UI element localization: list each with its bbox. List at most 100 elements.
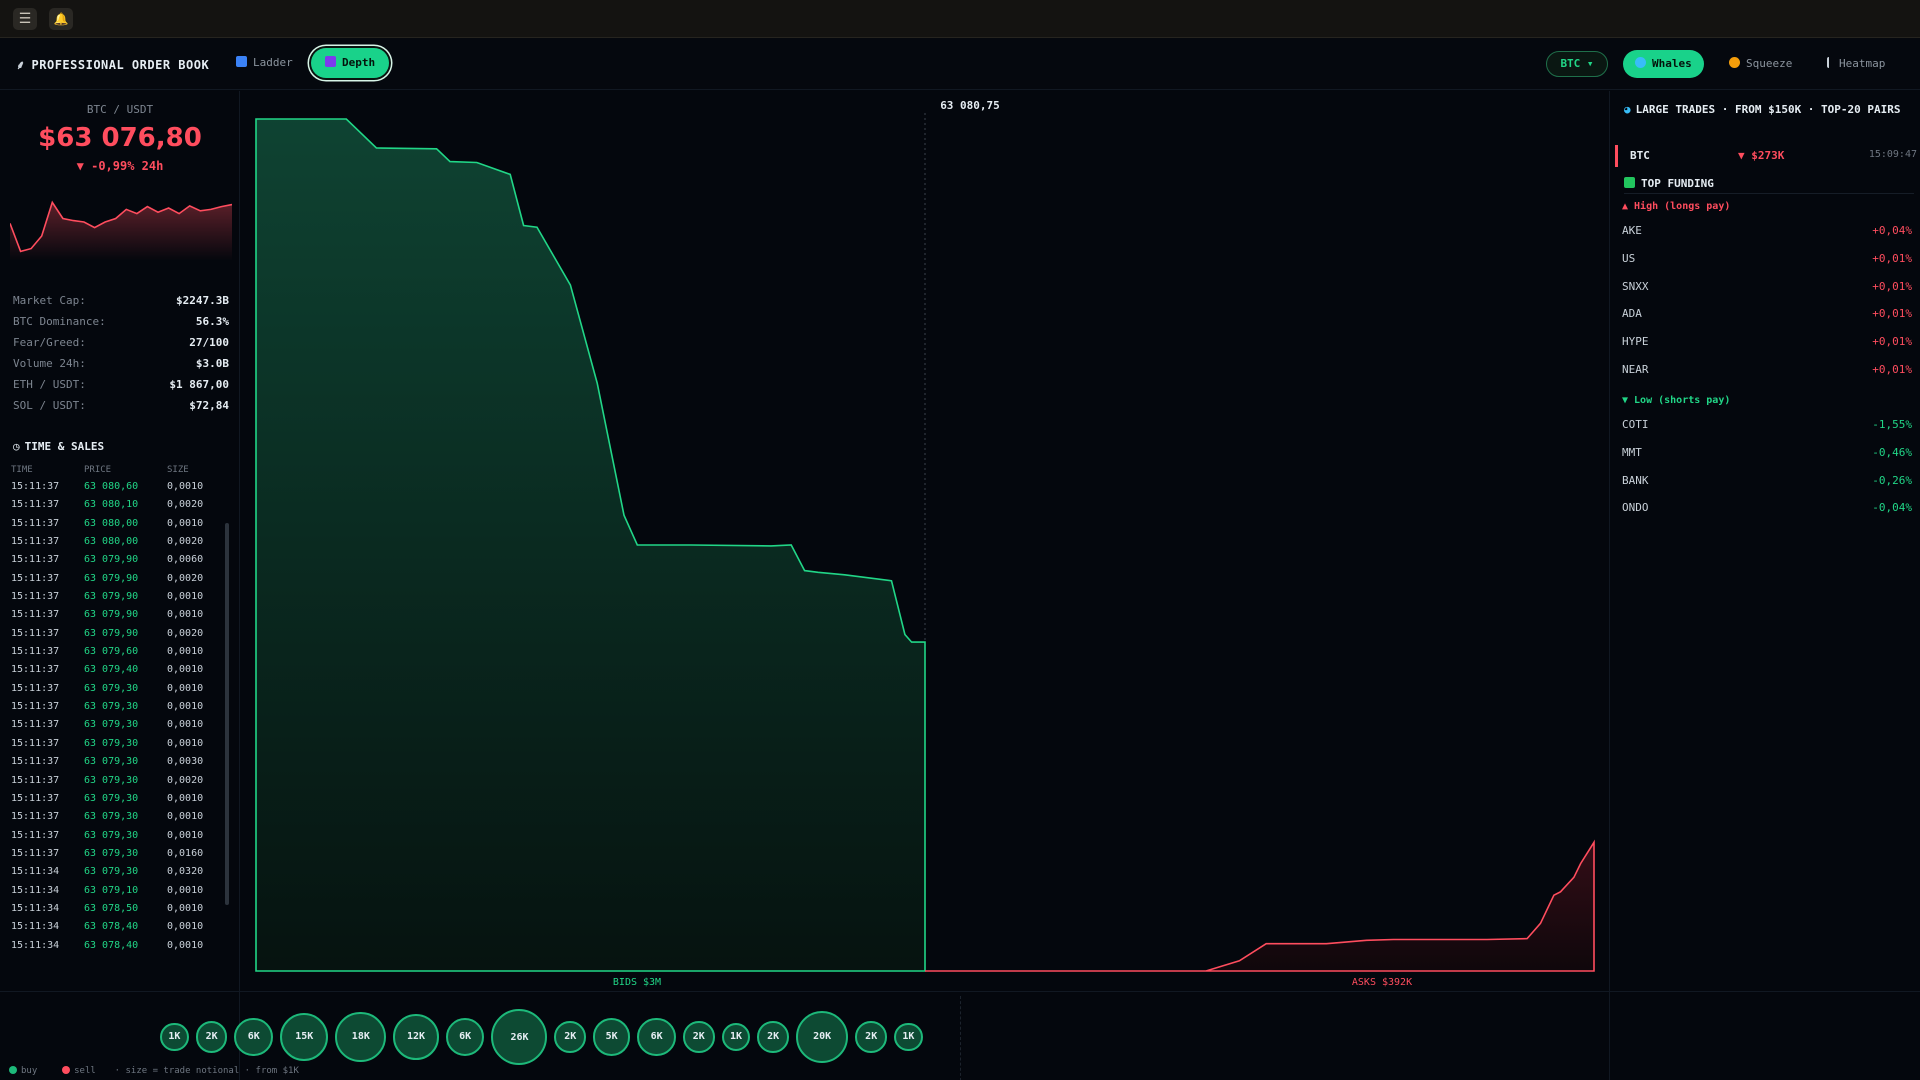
trade-bubble[interactable]: 12K [393, 1014, 439, 1060]
right-panel: ◕ LARGE TRADES · FROM $150K · TOP-20 PAIR… [1609, 91, 1920, 1080]
trade-size: 0,0010 [167, 664, 204, 676]
trade-size: 0,0060 [167, 554, 204, 566]
table-row: 15:11:37 63 079,30 0,0010 [11, 701, 221, 719]
stat-fear-greed: Fear/Greed: 27/100 [13, 336, 229, 349]
large-trade-row[interactable]: BTC ▼ $273K 15:09:47 [1615, 145, 1917, 167]
price-sparkline [10, 200, 232, 261]
menu-icon[interactable]: ☰ [13, 8, 37, 30]
funding-symbol: ONDO [1622, 501, 1649, 515]
table-row: 15:11:34 63 078,50 0,0010 [11, 903, 221, 921]
app-header: ⸙ PROFESSIONAL ORDER BOOK Ladder Depth BT… [0, 38, 1920, 90]
trade-bubble[interactable]: 6K [445, 1017, 485, 1057]
trade-time: 15:11:34 [11, 902, 60, 914]
buy-dot-icon [9, 1066, 17, 1074]
thermometer-icon [1827, 57, 1833, 68]
trade-price: 63 080,00 [84, 536, 139, 548]
trade-bubble[interactable]: 2K [855, 1021, 887, 1053]
app-title: ⸙ PROFESSIONAL ORDER BOOK [16, 58, 210, 72]
trade-bubble[interactable]: 26K [491, 1009, 548, 1065]
funding-row[interactable]: ADA +0,01% [1622, 307, 1912, 329]
trade-size: 0,0020 [167, 774, 204, 786]
trade-bubble[interactable]: 6K [637, 1017, 676, 1057]
funding-rate: -0,46% [1872, 445, 1912, 459]
funding-row[interactable]: AKE +0,04% [1622, 224, 1912, 246]
funding-rate: -0,04% [1872, 501, 1912, 515]
clock-icon: ◷ [13, 440, 20, 453]
trade-price: 63 080,00 [84, 517, 139, 529]
trade-bubble[interactable]: 2K [682, 1021, 715, 1053]
trade-time: 15:11:37 [11, 756, 60, 768]
trade-price: 63 078,40 [84, 939, 139, 951]
funding-row[interactable]: SNXX +0,01% [1622, 280, 1912, 302]
funding-symbol: BANK [1622, 473, 1649, 487]
funding-symbol: MMT [1622, 445, 1642, 459]
trade-time: 15:11:37 [11, 609, 60, 621]
funding-row[interactable]: HYPE +0,01% [1622, 335, 1912, 357]
mid-price-label: 63 080,75 [940, 99, 1000, 112]
funding-rate: -1,55% [1872, 418, 1912, 431]
asks-total-label: ASKS $392K [1351, 977, 1413, 988]
trade-bubble[interactable]: 1K [894, 1022, 923, 1052]
trade-bubble[interactable]: 1K [160, 1022, 189, 1052]
ticker-pair: BTC / USDT [86, 103, 154, 116]
funding-row[interactable]: BANK -0,26% [1622, 474, 1912, 496]
trade-price: 63 080,60 [84, 481, 139, 492]
trade-price: 63 078,50 [84, 902, 139, 914]
funding-low-title: ▼ Low (shorts pay) [1622, 395, 1731, 406]
bell-icon[interactable]: 🔔 [49, 8, 73, 30]
trade-time: 15:11:37 [11, 719, 60, 731]
table-row: 15:11:37 63 079,30 0,0160 [11, 848, 221, 866]
trade-price: 63 079,30 [84, 701, 139, 713]
trade-bubble[interactable]: 5K [593, 1018, 631, 1056]
funding-rate: -0,26% [1872, 473, 1912, 487]
trade-size: 0,0020 [167, 536, 204, 548]
table-row: 15:11:37 63 079,30 0,0020 [11, 775, 221, 793]
funding-row[interactable]: COTI -1,55% [1622, 418, 1912, 440]
table-row: 15:11:37 63 079,90 0,0060 [11, 554, 221, 572]
trade-bubble[interactable]: 1K [721, 1022, 751, 1052]
trade-bubble[interactable]: 20K [795, 1010, 849, 1064]
trade-time: 15:11:37 [11, 517, 60, 529]
funding-symbol: SNXX [1622, 279, 1649, 293]
trade-bubble[interactable]: 2K [757, 1021, 789, 1053]
pair-select-dropdown[interactable]: BTC ▾ [1546, 51, 1608, 77]
funding-symbol: ADA [1622, 307, 1642, 321]
trade-time: 15:11:34 [11, 921, 60, 933]
table-row: 15:11:34 63 078,40 0,0010 [11, 921, 221, 939]
trade-bubble[interactable]: 18K [335, 1011, 387, 1063]
trade-bubble[interactable]: 2K [195, 1021, 228, 1053]
table-row: 15:11:37 63 080,10 0,0020 [11, 499, 221, 517]
funding-row[interactable]: NEAR +0,01% [1622, 363, 1912, 385]
table-row: 15:11:34 63 078,40 0,0010 [11, 940, 221, 958]
large-trades-title: ◕ LARGE TRADES · FROM $150K · TOP-20 PAIR… [1624, 103, 1901, 116]
table-row: 15:11:37 63 079,30 0,0030 [11, 756, 221, 774]
funding-row[interactable]: MMT -0,46% [1622, 446, 1912, 468]
mode-whales[interactable]: Whales [1623, 50, 1704, 78]
trade-size: 0,0010 [167, 682, 204, 694]
funding-rate: +0,04% [1872, 224, 1912, 237]
trade-price: 63 079,90 [84, 591, 139, 603]
ticker-change: ▼ -0,99% 24h [76, 159, 164, 173]
mode-heatmap[interactable]: Heatmap [1815, 50, 1897, 78]
table-row: 15:11:37 63 079,30 0,0010 [11, 793, 221, 811]
funding-high-title: ▲ High (longs pay) [1622, 201, 1731, 212]
trade-time: 15:11:37 [11, 536, 60, 548]
trade-bubble[interactable]: 2K [554, 1021, 587, 1053]
table-row: 15:11:37 63 079,60 0,0010 [11, 646, 221, 664]
tab-depth[interactable]: Depth [311, 48, 390, 78]
trade-size: 0,0320 [167, 866, 204, 878]
trade-size: 0,0010 [167, 921, 204, 933]
top-funding-title: TOP FUNDING [1624, 177, 1714, 190]
table-row: 15:11:37 63 079,90 0,0020 [11, 628, 221, 646]
trade-bubble[interactable]: 6K [234, 1017, 274, 1057]
funding-row[interactable]: ONDO -0,04% [1622, 501, 1912, 523]
time-sales-scrollbar[interactable] [225, 523, 229, 905]
funding-symbol: COTI [1622, 418, 1649, 431]
mode-squeeze[interactable]: Squeeze [1717, 50, 1804, 78]
trade-bubble[interactable]: 15K [280, 1012, 329, 1062]
tab-ladder[interactable]: Ladder [222, 48, 307, 78]
stat-market-cap: Market Cap: $2247.3B [13, 294, 229, 307]
funding-row[interactable]: US +0,01% [1622, 252, 1912, 274]
trade-time: 15:11:34 [11, 866, 60, 878]
trade-size: 0,0010 [167, 591, 204, 603]
